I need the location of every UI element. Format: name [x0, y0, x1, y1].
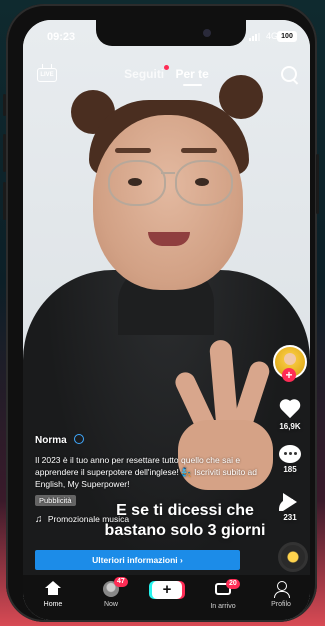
like-button[interactable]: 16,9K [273, 400, 307, 431]
volume-down-button [3, 182, 6, 220]
music-disc-icon[interactable] [278, 542, 308, 572]
sponsored-badge: Pubblicità [35, 495, 76, 506]
create-button[interactable]: + [152, 581, 182, 599]
profile-icon [273, 581, 290, 598]
music-note-icon: ♫ [35, 514, 43, 525]
notch [96, 20, 246, 46]
comment-button[interactable]: 185 [273, 445, 307, 474]
username-row: Norma [35, 430, 265, 448]
nav-now-label: Now [103, 601, 118, 608]
verified-swirl-icon [74, 434, 85, 444]
signal-icon [249, 33, 263, 41]
nav-profile[interactable]: Profilo [261, 581, 301, 608]
video-overlay-text: E se ti dicessi che bastano solo 3 giorn… [104, 502, 266, 539]
follow-plus-button[interactable]: + [282, 368, 296, 382]
learn-more-button[interactable]: Ulteriori informazioni › [35, 550, 240, 570]
feed-tabs: Seguiti Per te [23, 65, 310, 86]
tab-for-you-label: Per te [175, 67, 209, 81]
camera-icon [203, 29, 211, 37]
tab-following[interactable]: Seguiti [124, 65, 170, 81]
side-button [3, 94, 6, 116]
nav-inbox[interactable]: 20 In arrivo [203, 579, 243, 610]
nav-now[interactable]: 47 Now [91, 577, 131, 608]
brow-right [181, 148, 217, 153]
bottom-nav: Home 47 Now + 20 In arrivo Profilo [23, 575, 310, 620]
now-badge: 47 [114, 577, 128, 587]
like-count: 16,9K [279, 422, 301, 431]
screen: 09:23 4G 100 LIVE Seguiti Per te + 16,9K… [23, 20, 310, 620]
heart-icon [279, 400, 301, 420]
comment-icon [279, 445, 301, 463]
eye-right [195, 178, 209, 186]
inbox-badge: 20 [226, 579, 240, 589]
nav-home-label: Home [43, 601, 63, 608]
battery-icon: 100 [277, 31, 297, 42]
nav-inbox-label: In arrivo [210, 603, 236, 610]
volume-up-button [3, 134, 6, 172]
search-icon[interactable] [281, 66, 297, 82]
post-description: Il 2023 è il tuo anno per resettare tutt… [35, 455, 257, 489]
glasses-bridge [161, 172, 175, 174]
nav-home[interactable]: Home [33, 581, 73, 608]
comment-count: 185 [283, 465, 297, 474]
status-bar: 09:23 4G 100 [23, 20, 310, 54]
nav-profile-label: Profilo [271, 601, 291, 608]
eye-left [128, 178, 142, 186]
power-button [316, 154, 319, 214]
new-content-dot [164, 65, 170, 70]
tab-following-label: Seguiti [124, 67, 165, 81]
status-time: 09:23 [47, 31, 76, 43]
username[interactable]: Norma [35, 435, 67, 446]
tab-for-you[interactable]: Per te [175, 67, 209, 86]
home-icon [45, 581, 61, 595]
share-count: 231 [283, 513, 297, 522]
brow-left [115, 148, 151, 153]
